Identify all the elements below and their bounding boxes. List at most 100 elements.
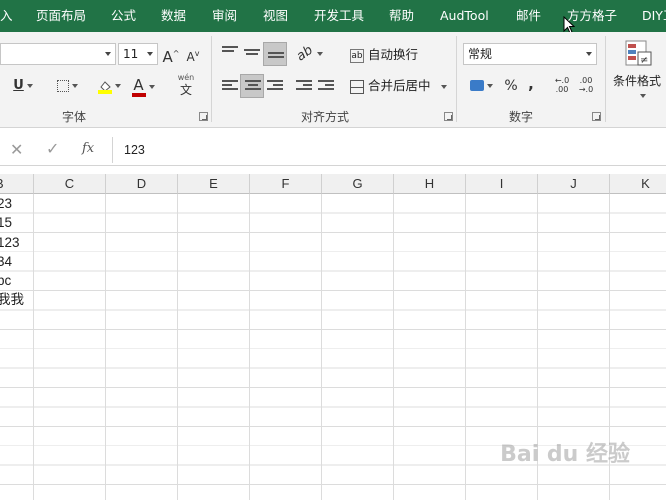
cell-b4[interactable]: 34 bbox=[0, 252, 24, 271]
ribbon: 11 A^ Av U A wén 文 字体 ab ab 自动换行 合并后居中 对… bbox=[0, 32, 666, 128]
tab-developer[interactable]: 开发工具 bbox=[314, 0, 364, 32]
increase-decimal-icon: ←.0.00 bbox=[554, 76, 570, 94]
column-header-b[interactable]: B bbox=[0, 174, 34, 194]
tab-help[interactable]: 帮助 bbox=[389, 0, 414, 32]
wrap-text-button[interactable]: ab 自动换行 bbox=[350, 45, 418, 65]
group-separator bbox=[456, 36, 457, 122]
column-header-k[interactable]: K bbox=[610, 174, 666, 194]
number-group-label: 数字 bbox=[509, 110, 534, 124]
cancel-icon[interactable]: ✕ bbox=[10, 140, 23, 159]
tab-review[interactable]: 审阅 bbox=[212, 0, 237, 32]
align-left-icon[interactable] bbox=[222, 80, 238, 92]
font-size-combo[interactable]: 11 bbox=[118, 43, 158, 65]
align-bottom-icon bbox=[268, 52, 284, 64]
orientation-icon: ab bbox=[294, 42, 317, 65]
decrease-indent-icon[interactable] bbox=[296, 80, 312, 92]
chevron-down-icon bbox=[147, 52, 153, 56]
underline-label: U bbox=[13, 78, 24, 93]
formula-input[interactable]: 123 bbox=[112, 137, 666, 163]
align-middle-icon[interactable] bbox=[244, 49, 260, 61]
tab-diy[interactable]: DIY工 bbox=[642, 0, 666, 32]
cell-b5[interactable]: bc bbox=[0, 271, 24, 290]
increase-decimal-button[interactable]: ←.0.00 bbox=[552, 76, 572, 100]
cell-b3[interactable]: 123 bbox=[0, 233, 24, 252]
column-header-h[interactable]: H bbox=[394, 174, 466, 194]
increase-indent-icon[interactable] bbox=[318, 80, 334, 92]
merge-icon bbox=[350, 79, 364, 94]
wrap-text-icon: ab bbox=[350, 48, 364, 63]
align-center-icon bbox=[245, 80, 261, 92]
column-header-label: B bbox=[0, 176, 4, 191]
alignment-dialog-launcher-icon[interactable] bbox=[444, 112, 453, 121]
tab-view[interactable]: 视图 bbox=[263, 0, 288, 32]
svg-text:≠: ≠ bbox=[640, 55, 648, 66]
chevron-down-icon bbox=[105, 52, 111, 56]
chevron-down-icon bbox=[114, 83, 121, 88]
accounting-icon bbox=[469, 80, 484, 91]
merge-center-label: 合并后居中 bbox=[368, 78, 431, 93]
orientation-button[interactable]: ab bbox=[294, 42, 324, 66]
tab-data[interactable]: 数据 bbox=[161, 0, 186, 32]
column-header-j[interactable]: J bbox=[538, 174, 610, 194]
column-header-e[interactable]: E bbox=[178, 174, 250, 194]
tab-audtool[interactable]: AudTool bbox=[440, 0, 489, 32]
underline-button[interactable]: U bbox=[8, 74, 38, 98]
column-header-g[interactable]: G bbox=[322, 174, 394, 194]
align-right-icon[interactable] bbox=[267, 80, 283, 92]
spreadsheet-grid: B C D E F G H I J K 23 15 123 34 bc 我我 B… bbox=[0, 174, 666, 500]
chevron-down-icon bbox=[640, 94, 646, 98]
font-color-button[interactable]: A bbox=[128, 74, 158, 98]
group-separator bbox=[211, 36, 212, 122]
tab-page-layout[interactable]: 页面布局 bbox=[36, 0, 86, 32]
chevron-down-icon bbox=[440, 84, 447, 89]
decrease-font-button[interactable]: Av bbox=[184, 42, 202, 66]
accounting-format-button[interactable] bbox=[466, 74, 496, 98]
tab-mailings[interactable]: 邮件 bbox=[516, 0, 541, 32]
column-header-d[interactable]: D bbox=[106, 174, 178, 194]
fill-bucket-icon bbox=[97, 78, 112, 94]
conditional-format-button[interactable]: ≠ 条件格式 bbox=[611, 38, 666, 104]
tab-formulas[interactable]: 公式 bbox=[111, 0, 136, 32]
decrease-decimal-icon: .00 →.0 bbox=[578, 76, 594, 94]
number-format-combo[interactable]: 常规 bbox=[463, 43, 597, 65]
borders-button[interactable] bbox=[52, 74, 82, 98]
fill-color-button[interactable] bbox=[94, 74, 124, 98]
comma-button[interactable]: , bbox=[524, 72, 538, 96]
wrap-text-label: 自动换行 bbox=[368, 47, 419, 62]
percent-button[interactable]: % bbox=[502, 74, 520, 98]
chevron-down-icon bbox=[148, 84, 155, 89]
font-group-label: 字体 bbox=[62, 110, 87, 124]
tab-insert[interactable]: 入 bbox=[0, 0, 13, 32]
column-header-i[interactable]: I bbox=[466, 174, 538, 194]
comma-label: , bbox=[528, 75, 534, 93]
align-center-button[interactable] bbox=[240, 74, 264, 98]
font-dialog-launcher-icon[interactable] bbox=[199, 112, 208, 121]
phonetic-char: 文 bbox=[179, 83, 192, 97]
cell-b6[interactable]: 我我 bbox=[0, 290, 24, 309]
column-header-c[interactable]: C bbox=[34, 174, 106, 194]
phonetic-button[interactable]: wén 文 bbox=[170, 72, 202, 96]
decrease-decimal-button[interactable]: .00 →.0 bbox=[576, 76, 596, 100]
group-separator bbox=[605, 36, 606, 122]
font-color-icon: A bbox=[131, 77, 146, 97]
chevron-down-icon bbox=[486, 83, 493, 88]
chevron-down-icon bbox=[26, 83, 33, 88]
conditional-format-label: 条件格式 bbox=[613, 74, 662, 88]
merge-center-button[interactable]: 合并后居中 bbox=[350, 76, 447, 96]
font-name-combo[interactable] bbox=[0, 43, 116, 65]
increase-font-button[interactable]: A^ bbox=[162, 42, 180, 66]
cell-b1[interactable]: 23 bbox=[0, 194, 24, 213]
column-header-f[interactable]: F bbox=[250, 174, 322, 194]
number-dialog-launcher-icon[interactable] bbox=[592, 112, 601, 121]
align-top-icon[interactable] bbox=[222, 46, 238, 58]
decrease-font-label: A bbox=[186, 50, 195, 64]
insert-function-button[interactable]: fx bbox=[82, 141, 94, 156]
formula-bar: ✕ ✓ fx 123 bbox=[0, 134, 666, 166]
enter-check-icon[interactable]: ✓ bbox=[46, 139, 59, 158]
cell-b2[interactable]: 15 bbox=[0, 213, 24, 232]
chevron-down-icon bbox=[586, 52, 592, 56]
alignment-group-label: 对齐方式 bbox=[301, 110, 350, 124]
border-icon bbox=[56, 79, 69, 92]
percent-label: % bbox=[504, 78, 518, 94]
align-bottom-button[interactable] bbox=[263, 42, 287, 66]
